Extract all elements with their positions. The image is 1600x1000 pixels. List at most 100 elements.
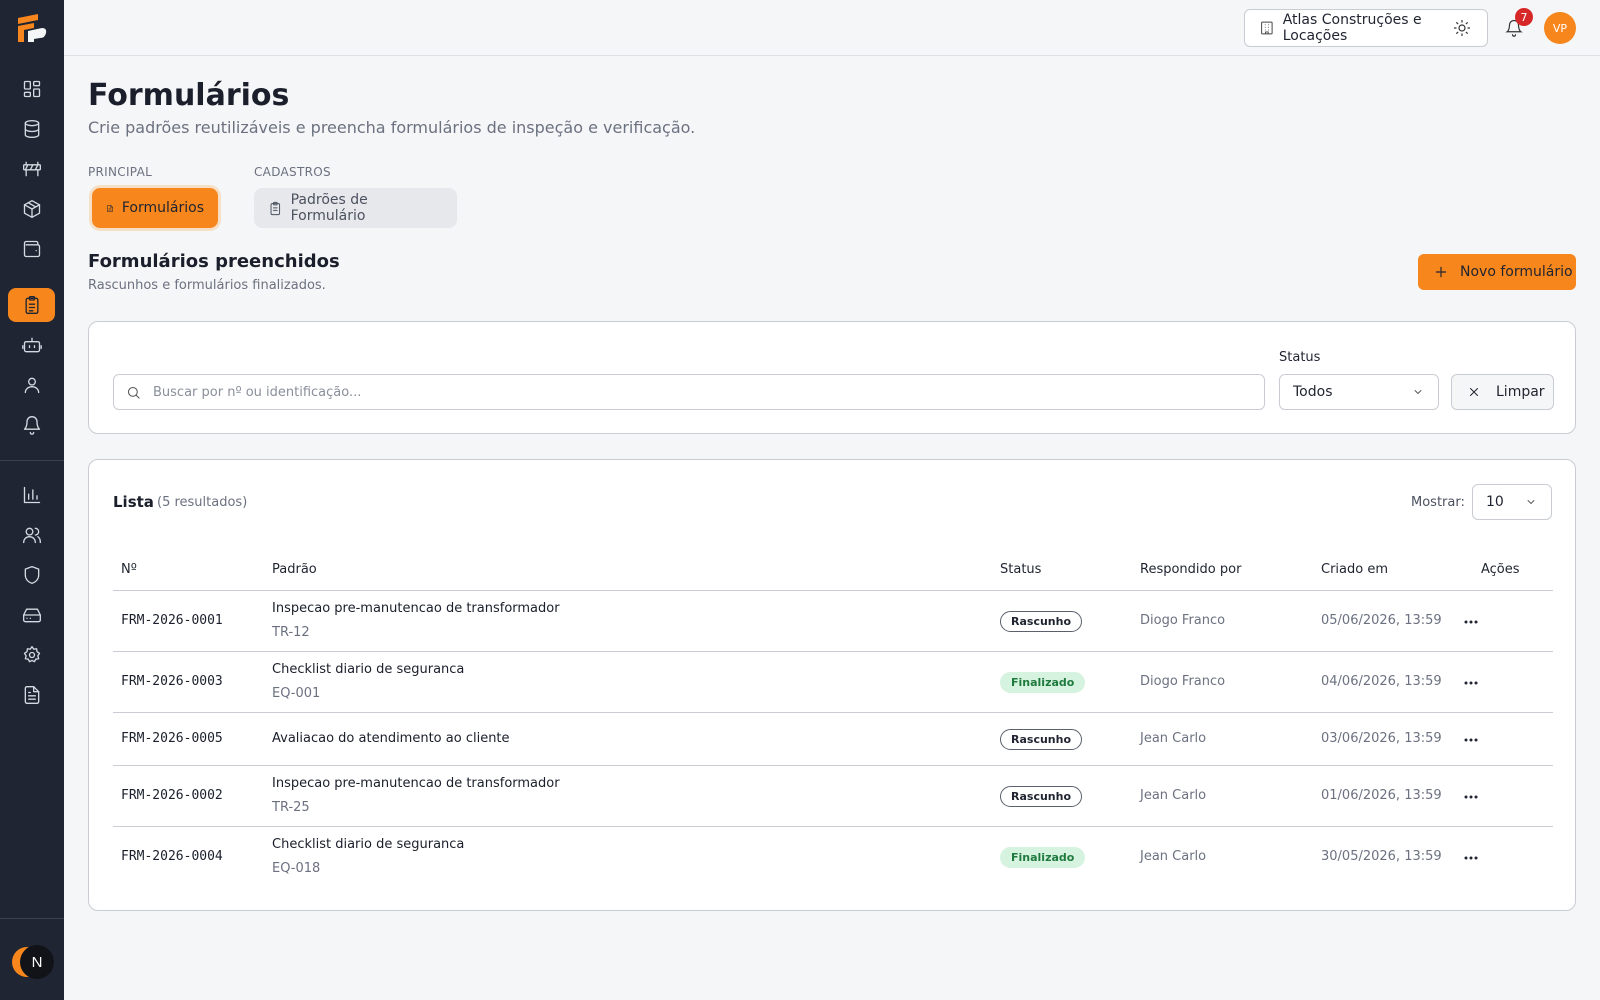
sun-icon <box>1453 19 1471 37</box>
plus-icon <box>1435 266 1447 278</box>
row-actions-button[interactable] <box>1461 673 1481 693</box>
nav-notifications[interactable] <box>8 408 55 442</box>
nav-forms[interactable] <box>8 288 55 322</box>
dashboard-icon <box>23 80 40 98</box>
nav-user[interactable] <box>8 368 55 402</box>
sidebar-divider <box>0 918 64 919</box>
created-at: 05/06/2026, 13:59 <box>1321 612 1442 628</box>
search-input[interactable] <box>153 384 1253 400</box>
answered-by: Diogo Franco <box>1140 612 1226 628</box>
chevron-down-icon <box>1414 390 1422 394</box>
page-size-select[interactable]: 10 <box>1472 484 1552 520</box>
status-badge: Rascunho <box>1000 610 1083 632</box>
row-actions-button[interactable] <box>1461 730 1481 750</box>
status-select-value: Todos <box>1293 384 1333 400</box>
bot-icon <box>21 337 42 353</box>
column-header-status[interactable]: Status <box>1000 562 1041 577</box>
table-row[interactable]: FRM-2026-0003 Checklist diario de seguran… <box>113 652 1553 713</box>
section-subtitle: Rascunhos e formulários finalizados. <box>88 278 326 293</box>
page-size-label: Mostrar: <box>1411 495 1465 510</box>
template-name: Inspecao pre-manutencao de transformador <box>272 600 560 616</box>
status-badge: Rascunho <box>1000 728 1083 750</box>
new-form-label: Novo formulário <box>1460 264 1573 280</box>
clear-filters-button[interactable]: Limpar <box>1451 374 1554 410</box>
answered-by: Jean Carlo <box>1140 848 1207 864</box>
section-title: Formulários preenchidos <box>88 251 340 272</box>
notification-count-badge: 7 <box>1515 8 1533 26</box>
template-name: Checklist diario de seguranca <box>272 836 465 852</box>
nav-road-barrier[interactable] <box>8 152 55 186</box>
table-row[interactable]: FRM-2026-0001 Inspecao pre-manutencao de … <box>113 591 1553 652</box>
table-row[interactable]: FRM-2026-0004 Checklist diario de seguran… <box>113 827 1553 888</box>
nav-database[interactable] <box>8 112 55 146</box>
form-number[interactable]: FRM-2026-0001 <box>121 613 223 628</box>
status-badge: Rascunho <box>1000 785 1083 807</box>
theme-toggle-button[interactable] <box>1446 12 1478 44</box>
form-number[interactable]: FRM-2026-0004 <box>121 849 223 864</box>
clipboard-icon <box>25 296 38 314</box>
row-actions-button[interactable] <box>1461 787 1481 807</box>
clipboard-icon <box>270 201 281 215</box>
nav-security[interactable] <box>8 558 55 592</box>
filter-card: Status Todos Limpar <box>88 321 1576 434</box>
sidebar: N <box>0 0 64 1000</box>
table-row[interactable]: FRM-2026-0002 Inspecao pre-manutencao de … <box>113 766 1553 827</box>
chevron-down-icon <box>1527 500 1535 504</box>
file-text-icon <box>24 686 39 704</box>
package-icon <box>23 200 40 218</box>
status-badge: Finalizado <box>1000 671 1086 693</box>
status-select[interactable]: Todos <box>1279 374 1439 410</box>
nav-documents[interactable] <box>8 678 55 712</box>
tab-templates[interactable]: Padrões de Formulário <box>254 188 457 228</box>
bottom-badge[interactable]: N <box>12 945 54 979</box>
notifications-button[interactable]: 7 <box>1498 8 1533 44</box>
chart-icon <box>23 486 40 504</box>
badge-letter: N <box>20 945 54 979</box>
more-horizontal-icon <box>1464 620 1478 623</box>
tab-forms[interactable]: Formulários <box>92 188 218 228</box>
close-icon <box>1470 388 1478 396</box>
list-title: Lista <box>113 493 154 511</box>
created-at: 01/06/2026, 13:59 <box>1321 787 1442 803</box>
nav-storage[interactable] <box>8 598 55 632</box>
table-row[interactable]: FRM-2026-0005 Avaliacao do atendimento ao… <box>113 713 1553 766</box>
column-header-answered-by[interactable]: Respondido por <box>1140 562 1241 577</box>
asset-identifier: TR-25 <box>272 799 310 815</box>
file-text-icon <box>107 204 113 212</box>
created-at: 30/05/2026, 13:59 <box>1321 848 1442 864</box>
column-header-created-at[interactable]: Criado em <box>1321 562 1388 577</box>
avatar[interactable]: VP <box>1544 12 1576 44</box>
nav-reports[interactable] <box>8 478 55 512</box>
created-at: 04/06/2026, 13:59 <box>1321 673 1442 689</box>
wallet-icon <box>23 240 40 258</box>
status-badge: Finalizado <box>1000 846 1086 868</box>
nav-dashboard[interactable] <box>8 72 55 106</box>
form-number[interactable]: FRM-2026-0002 <box>121 788 223 803</box>
asset-identifier: TR-12 <box>272 624 310 640</box>
page-size-value: 10 <box>1486 494 1504 510</box>
new-form-button[interactable]: Novo formulário <box>1418 254 1576 290</box>
column-header-number[interactable]: Nº <box>121 562 137 577</box>
sidebar-divider <box>0 460 64 461</box>
row-actions-button[interactable] <box>1461 612 1481 632</box>
building-icon <box>1261 21 1273 35</box>
group-label-principal: PRINCIPAL <box>88 165 153 179</box>
column-header-template[interactable]: Padrão <box>272 562 317 577</box>
app-logo-icon[interactable] <box>16 12 48 44</box>
nav-users[interactable] <box>8 518 55 552</box>
form-number[interactable]: FRM-2026-0003 <box>121 674 223 689</box>
search-field[interactable] <box>113 374 1265 410</box>
template-name: Inspecao pre-manutencao de transformador <box>272 775 560 791</box>
more-horizontal-icon <box>1464 856 1478 859</box>
nav-settings[interactable] <box>8 638 55 672</box>
form-number[interactable]: FRM-2026-0005 <box>121 731 223 746</box>
group-label-cadastros: CADASTROS <box>254 165 331 179</box>
list-card: Lista (5 resultados) Mostrar: 10 Nº Padr… <box>88 459 1576 911</box>
road-barrier-icon <box>22 161 41 177</box>
page-title: Formulários <box>88 78 290 113</box>
nav-bot[interactable] <box>8 328 55 362</box>
nav-package[interactable] <box>8 192 55 226</box>
nav-wallet[interactable] <box>8 232 55 266</box>
row-actions-button[interactable] <box>1461 848 1481 868</box>
clear-filters-label: Limpar <box>1496 384 1545 400</box>
